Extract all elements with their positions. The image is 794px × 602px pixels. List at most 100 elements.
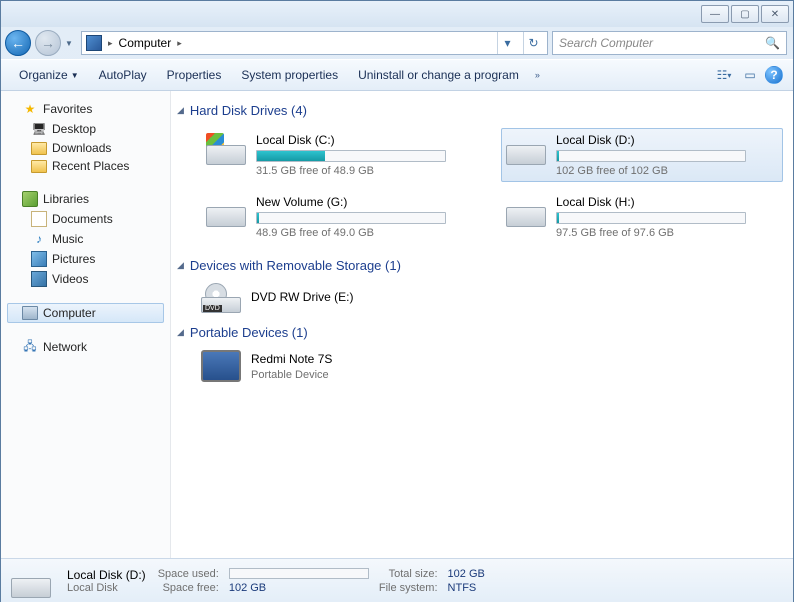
sidebar-item-documents[interactable]: Documents [7,209,170,229]
sidebar-item-desktop[interactable]: 🖥Desktop [7,119,170,139]
drive-usage-bar [556,212,746,224]
dvd-drive-icon: DVD [201,283,241,313]
file-system-label: File system: [379,582,438,594]
file-system-value: NTFS [448,582,485,594]
drive-free-text: 97.5 GB free of 97.6 GB [556,227,778,239]
sidebar-item-pictures[interactable]: Pictures [7,249,170,269]
sidebar-item-videos[interactable]: Videos [7,269,170,289]
dvd-drive-label: DVD RW Drive (E:) [251,290,353,304]
portable-device-label: Redmi Note 7S [251,352,332,366]
network-group: 🖧 Network [7,337,170,357]
drive-label: Local Disk (C:) [256,133,478,147]
content-pane: ◢ Hard Disk Drives (4) Local Disk (C:) 31… [171,91,793,558]
space-used-label: Space used: [158,568,219,580]
section-portable-devices[interactable]: ◢ Portable Devices (1) [177,325,783,340]
toolbar-overflow-icon[interactable]: » [529,70,546,80]
nav-history-dropdown[interactable]: ▼ [65,39,77,48]
autoplay-button[interactable]: AutoPlay [89,68,157,82]
total-size-value: 102 GB [448,568,485,580]
drive-item[interactable]: Local Disk (H:) 97.5 GB free of 97.6 GB [501,190,783,244]
hard-disk-icon [206,195,246,227]
drive-item[interactable]: Local Disk (D:) 102 GB free of 102 GB [501,128,783,182]
section-hard-disk-drives[interactable]: ◢ Hard Disk Drives (4) [177,103,783,118]
computer-icon [22,306,38,320]
drive-item[interactable]: Local Disk (C:) 31.5 GB free of 48.9 GB [201,128,483,182]
space-free-label: Space free: [158,582,219,594]
libraries-header[interactable]: Libraries [7,189,170,209]
space-used-bar [229,568,369,579]
back-button[interactable]: ← [5,30,31,56]
hard-disk-icon [506,133,546,165]
drive-label: Local Disk (D:) [556,133,778,147]
section-removable-storage[interactable]: ◢ Devices with Removable Storage (1) [177,258,783,273]
system-properties-button[interactable]: System properties [231,68,348,82]
libraries-group: Libraries Documents ♪Music Pictures Vide… [7,189,170,289]
sidebar-item-downloads[interactable]: Downloads [7,139,170,157]
sidebar-item-music[interactable]: ♪Music [7,229,170,249]
drive-usage-bar [256,150,446,162]
drive-label: New Volume (G:) [256,195,478,209]
drive-grid: Local Disk (C:)31.5 GB free of 48.9 GBLo… [175,128,783,244]
explorer-window: — ▢ ✕ ← → ▼ ▸ Computer ▸ ▾ ↻ Search Comp… [0,0,794,602]
navigation-pane: ★ Favorites 🖥Desktop Downloads Recent Pl… [1,91,171,558]
window-titlebar: — ▢ ✕ [1,1,793,27]
properties-button[interactable]: Properties [157,68,232,82]
address-bar-row: ← → ▼ ▸ Computer ▸ ▾ ↻ Search Computer 🔍 [1,27,793,59]
drive-icon [11,564,55,598]
search-input[interactable]: Search Computer 🔍 [552,31,787,55]
maximize-button[interactable]: ▢ [731,5,759,23]
details-pane: Local Disk (D:) Local Disk Space used: T… [1,558,793,602]
selected-item-name: Local Disk (D:) [67,568,146,582]
breadcrumb-segment[interactable]: Computer [119,36,172,50]
drive-label: Local Disk (H:) [556,195,778,209]
breadcrumb-chevron-icon: ▸ [108,38,113,49]
sidebar-item-network[interactable]: 🖧 Network [7,337,170,357]
videos-icon [31,271,47,287]
computer-icon [86,35,102,51]
portable-device-type: Portable Device [251,369,332,381]
favorites-header[interactable]: ★ Favorites [7,99,170,119]
drive-free-text: 48.9 GB free of 49.0 GB [256,227,478,239]
refresh-button[interactable]: ↻ [523,32,543,54]
help-button[interactable]: ? [765,66,783,84]
libraries-label: Libraries [43,192,89,206]
close-button[interactable]: ✕ [761,5,789,23]
computer-group: Computer [7,303,170,323]
music-icon: ♪ [31,231,47,247]
space-free-value: 102 GB [229,582,369,594]
drive-item[interactable]: New Volume (G:) 48.9 GB free of 49.0 GB [201,190,483,244]
address-dropdown-icon[interactable]: ▾ [497,32,517,54]
forward-button[interactable]: → [35,30,61,56]
sidebar-item-computer[interactable]: Computer [7,303,164,323]
view-options-button[interactable]: ☷ ▾ [713,64,735,86]
folder-icon [31,142,47,155]
search-icon[interactable]: 🔍 [765,36,780,50]
total-size-label: Total size: [379,568,438,580]
uninstall-program-button[interactable]: Uninstall or change a program [348,68,529,82]
drive-usage-bar [556,150,746,162]
star-icon: ★ [22,101,38,117]
minimize-button[interactable]: — [701,5,729,23]
explorer-body: ★ Favorites 🖥Desktop Downloads Recent Pl… [1,91,793,558]
network-icon: 🖧 [22,339,38,355]
folder-icon [31,160,47,173]
favorites-group: ★ Favorites 🖥Desktop Downloads Recent Pl… [7,99,170,175]
portable-device-item[interactable]: Redmi Note 7S Portable Device [175,350,783,382]
drive-free-text: 102 GB free of 102 GB [556,165,778,177]
documents-icon [31,211,47,227]
drive-free-text: 31.5 GB free of 48.9 GB [256,165,478,177]
dvd-drive-item[interactable]: DVD DVD RW Drive (E:) [175,283,783,313]
organize-menu[interactable]: Organize▼ [9,68,89,82]
hard-disk-icon [506,195,546,227]
command-toolbar: Organize▼ AutoPlay Properties System pro… [1,59,793,91]
breadcrumb-chevron-icon[interactable]: ▸ [177,38,182,49]
portable-device-icon [201,350,241,382]
desktop-icon: 🖥 [31,121,47,137]
sidebar-item-recent-places[interactable]: Recent Places [7,157,170,175]
pictures-icon [31,251,47,267]
collapse-icon: ◢ [177,327,184,338]
drive-usage-bar [256,212,446,224]
preview-pane-button[interactable]: ▭ [739,64,761,86]
address-bar[interactable]: ▸ Computer ▸ ▾ ↻ [81,31,548,55]
favorites-label: Favorites [43,102,92,116]
